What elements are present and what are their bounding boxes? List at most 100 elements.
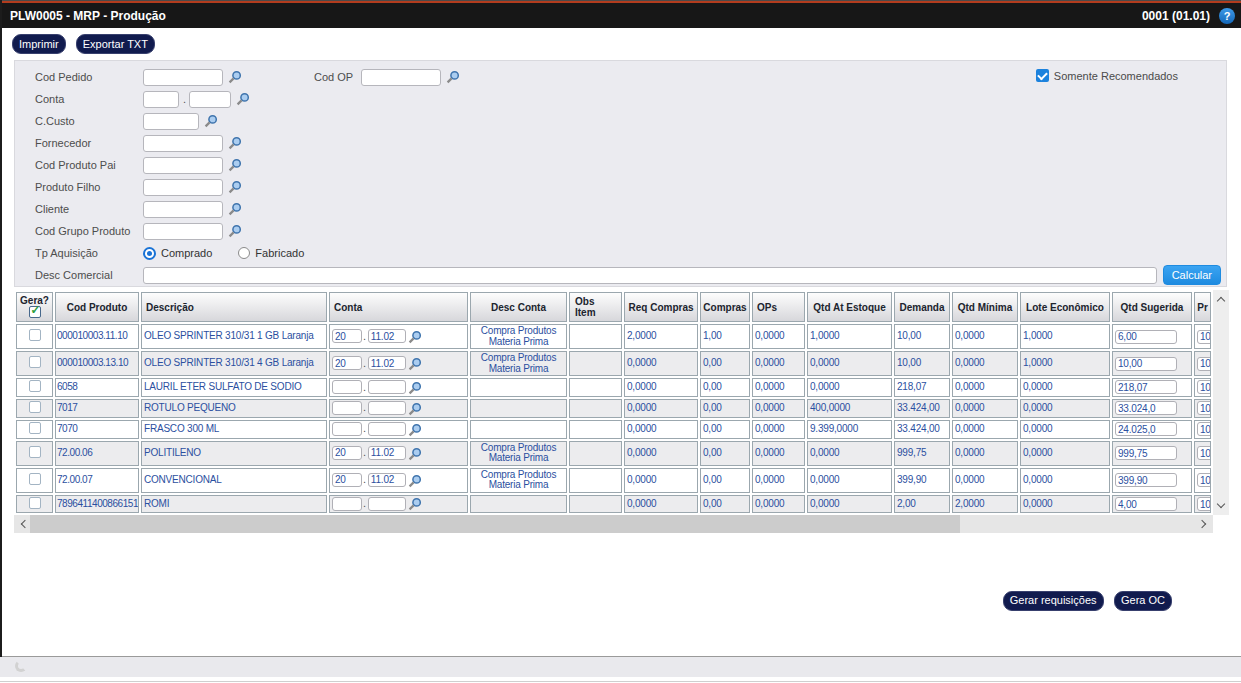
desc-comercial-label: Desc Comercial — [35, 269, 143, 281]
search-icon[interactable] — [446, 70, 460, 84]
gera-all-checkbox[interactable] — [29, 306, 41, 318]
desc-conta-cell — [470, 399, 567, 418]
search-icon[interactable] — [408, 423, 422, 437]
conta-input-1[interactable] — [332, 329, 362, 343]
search-icon[interactable] — [228, 70, 242, 84]
conta-input-1[interactable] — [332, 401, 362, 415]
desc-comercial-input[interactable] — [143, 267, 1157, 284]
search-icon[interactable] — [408, 381, 422, 395]
pr-input[interactable] — [1197, 330, 1211, 344]
pr-input[interactable] — [1197, 473, 1211, 487]
cod-op-input[interactable] — [361, 69, 441, 86]
pr-input[interactable] — [1197, 380, 1211, 394]
conta-input-2[interactable] — [189, 91, 231, 108]
qtd-sugerida-input[interactable] — [1115, 422, 1177, 436]
search-icon[interactable] — [228, 136, 242, 150]
gera-checkbox[interactable] — [29, 446, 41, 458]
scroll-right-icon[interactable] — [1198, 520, 1206, 528]
qtd-sugerida-input[interactable] — [1115, 330, 1177, 344]
pr-input[interactable] — [1197, 401, 1211, 415]
search-icon[interactable] — [228, 180, 242, 194]
search-icon[interactable] — [228, 224, 242, 238]
conta-input-1[interactable] — [332, 356, 362, 370]
search-icon[interactable] — [236, 92, 250, 106]
search-icon[interactable] — [228, 158, 242, 172]
scroll-down-icon[interactable] — [1217, 500, 1225, 508]
conta-cell: . — [329, 441, 468, 466]
fabricado-radio[interactable] — [238, 247, 250, 259]
ops-cell: 0,0000 — [752, 324, 805, 349]
help-icon[interactable]: ? — [1219, 8, 1235, 24]
qtd-sugerida-input[interactable] — [1115, 401, 1177, 415]
gera-checkbox[interactable] — [29, 422, 41, 434]
gera-checkbox[interactable] — [29, 497, 41, 509]
gera-checkbox[interactable] — [29, 473, 41, 485]
conta-input-2[interactable] — [368, 497, 406, 511]
pr-input[interactable] — [1197, 446, 1211, 460]
conta-input-1[interactable] — [332, 497, 362, 511]
search-icon[interactable] — [408, 447, 422, 461]
gera-checkbox[interactable] — [29, 380, 41, 392]
somente-recomendados-checkbox[interactable] — [1036, 69, 1049, 82]
conta-cell: . — [329, 351, 468, 376]
search-icon[interactable] — [228, 202, 242, 216]
exportar-txt-button[interactable]: Exportar TXT — [76, 34, 155, 54]
compras-cell: 0,00 — [700, 378, 750, 397]
horizontal-scrollbar-thumb[interactable] — [30, 515, 960, 533]
qtd-sugerida-input[interactable] — [1115, 497, 1177, 511]
gerar-requisicoes-button[interactable]: Gerar requisições — [1003, 591, 1104, 611]
obs-item-cell — [569, 399, 622, 418]
conta-input-2[interactable] — [368, 380, 406, 394]
qtd-at-estoque-cell: 9.399,0000 — [807, 420, 892, 439]
conta-input-2[interactable] — [368, 446, 406, 460]
horizontal-scrollbar[interactable] — [14, 515, 1213, 533]
c-custo-input[interactable] — [143, 113, 199, 130]
demanda-cell: 399,90 — [894, 468, 950, 493]
vertical-scrollbar[interactable] — [1213, 290, 1229, 515]
conta-input-2[interactable] — [368, 473, 406, 487]
cod-pedido-input[interactable] — [143, 69, 223, 86]
cod-produto-pai-input[interactable] — [143, 157, 223, 174]
search-icon[interactable] — [408, 357, 422, 371]
gera-cell — [16, 351, 53, 376]
qtd-sugerida-input[interactable] — [1115, 357, 1177, 371]
qtd-at-estoque-cell: 0,0000 — [807, 468, 892, 493]
pr-input[interactable] — [1197, 497, 1211, 511]
conta-input-1[interactable] — [332, 473, 362, 487]
gera-checkbox[interactable] — [29, 401, 41, 413]
conta-input-2[interactable] — [368, 422, 406, 436]
qtd-sugerida-input[interactable] — [1115, 473, 1177, 487]
qtd-sugerida-input[interactable] — [1115, 380, 1177, 394]
search-icon[interactable] — [204, 114, 218, 128]
pr-input[interactable] — [1197, 357, 1211, 371]
conta-input-1[interactable] — [143, 91, 179, 108]
gera-oc-button[interactable]: Gera OC — [1114, 591, 1172, 611]
calcular-button[interactable]: Calcular — [1163, 265, 1221, 285]
fornecedor-input[interactable] — [143, 135, 223, 152]
qtd-sugerida-input[interactable] — [1115, 446, 1177, 460]
produto-filho-input[interactable] — [143, 179, 223, 196]
search-icon[interactable] — [408, 474, 422, 488]
qtd-at-estoque-cell: 0,0000 — [807, 378, 892, 397]
gera-checkbox[interactable] — [29, 356, 41, 368]
search-icon[interactable] — [408, 497, 422, 511]
conta-input-1[interactable] — [332, 422, 362, 436]
comprado-radio[interactable] — [143, 247, 156, 260]
conta-input-1[interactable] — [332, 446, 362, 460]
conta-input-2[interactable] — [368, 329, 406, 343]
scroll-left-icon[interactable] — [21, 520, 29, 528]
imprimir-button[interactable]: Imprimir — [12, 34, 66, 54]
conta-input-2[interactable] — [368, 356, 406, 370]
search-icon[interactable] — [408, 330, 422, 344]
cliente-input[interactable] — [143, 201, 223, 218]
conta-input-1[interactable] — [332, 380, 362, 394]
scroll-up-icon[interactable] — [1217, 297, 1225, 305]
gera-checkbox[interactable] — [29, 329, 41, 341]
req-compras-cell: 0,0000 — [624, 378, 698, 397]
descricao-cell: LAURIL ETER SULFATO DE SODIO — [141, 378, 327, 397]
conta-input-2[interactable] — [368, 401, 406, 415]
pr-input[interactable] — [1197, 422, 1211, 436]
cod-grupo-produto-input[interactable] — [143, 223, 223, 240]
header-12: Lote Econômico — [1020, 292, 1110, 322]
search-icon[interactable] — [408, 402, 422, 416]
